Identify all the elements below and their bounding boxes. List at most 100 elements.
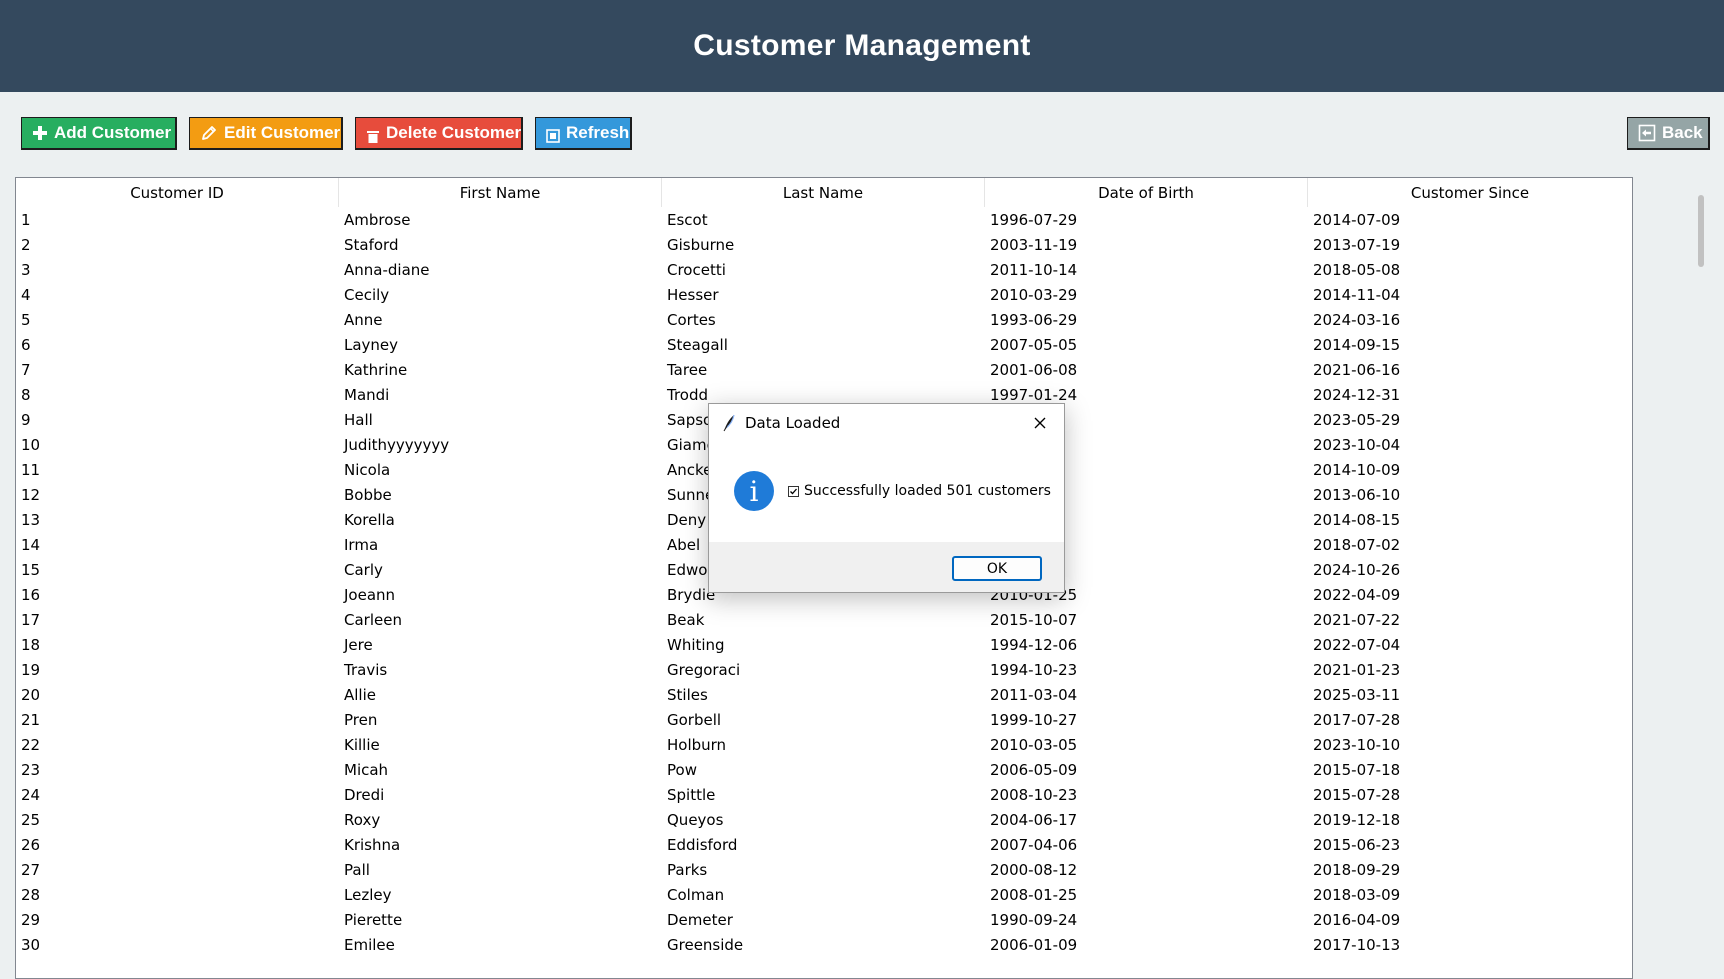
last-name-cell: Whiting [667,635,725,654]
customer-since-cell: 2014-10-09 [1313,460,1401,479]
table-row[interactable]: 3 Anna-diane Crocetti 2011-10-14 2018-05-08 [16,257,1632,282]
dialog-message-text: Successfully loaded 501 customers [804,483,1051,499]
first-name-cell: Pierette [344,910,403,929]
customer-since-cell: 2014-08-15 [1313,510,1401,529]
customer-id-cell: 13 [21,510,41,529]
customer-since-cell: 2014-07-09 [1313,210,1401,229]
table-row[interactable]: 19 Travis Gregoraci 1994-10-23 2021-01-23 [16,657,1632,682]
table-row[interactable]: 7 Kathrine Taree 2001-06-08 2021-06-16 [16,357,1632,382]
date-of-birth-cell: 1996-07-29 [990,210,1078,229]
table-row[interactable]: 26 Krishna Eddisford 2007-04-06 2015-06-23 [16,832,1632,857]
refresh-button[interactable]: Refresh [535,117,632,150]
column-header-last-name[interactable]: Last Name [662,178,985,207]
customer-id-cell: 24 [21,785,41,804]
column-header-customer-id[interactable]: Customer ID [16,178,339,207]
delete-customer-label: Delete Customer [386,123,522,142]
first-name-cell: Bobbe [344,485,392,504]
table-row[interactable]: 18 Jere Whiting 1994-12-06 2022-07-04 [16,632,1632,657]
table-row[interactable]: 25 Roxy Queyos 2004-06-17 2019-12-18 [16,807,1632,832]
column-header-date-of-birth[interactable]: Date of Birth [985,178,1308,207]
ok-button[interactable]: OK [952,556,1042,581]
table-row[interactable]: 27 Pall Parks 2000-08-12 2018-09-29 [16,857,1632,882]
first-name-cell: Travis [344,660,388,679]
customer-since-cell: 2022-07-04 [1313,635,1401,654]
date-of-birth-cell: 2011-03-04 [990,685,1078,704]
customer-since-cell: 2023-10-10 [1313,735,1401,754]
customer-id-cell: 17 [21,610,41,629]
table-row[interactable]: 17 Carleen Beak 2015-10-07 2021-07-22 [16,607,1632,632]
customer-since-cell: 2023-10-04 [1313,435,1401,454]
customer-id-cell: 5 [21,310,31,329]
customer-since-cell: 2016-04-09 [1313,910,1401,929]
customer-since-cell: 2021-06-16 [1313,360,1401,379]
back-button[interactable]: Back [1627,117,1710,150]
first-name-cell: Carly [344,560,383,579]
table-row[interactable]: 2 Staford Gisburne 2003-11-19 2013-07-19 [16,232,1632,257]
date-of-birth-cell: 1993-06-29 [990,310,1078,329]
table-row[interactable]: 29 Pierette Demeter 1990-09-24 2016-04-09 [16,907,1632,932]
toolbar: Add Customer Edit Customer Delete Custom… [0,92,1724,178]
table-row[interactable]: 22 Killie Holburn 2010-03-05 2023-10-10 [16,732,1632,757]
customer-since-cell: 2015-07-28 [1313,785,1401,804]
customer-since-cell: 2018-05-08 [1313,260,1401,279]
last-name-cell: Gorbell [667,710,722,729]
table-row[interactable]: 21 Pren Gorbell 1999-10-27 2017-07-28 [16,707,1632,732]
customer-since-cell: 2021-01-23 [1313,660,1401,679]
pencil-icon [202,126,216,140]
customer-since-cell: 2024-03-16 [1313,310,1401,329]
date-of-birth-cell: 1990-09-24 [990,910,1078,929]
customer-id-cell: 18 [21,635,41,654]
date-of-birth-cell: 2006-01-09 [990,935,1078,954]
last-name-cell: Hesser [667,285,719,304]
customer-id-cell: 9 [21,410,31,429]
customer-since-cell: 2023-05-29 [1313,410,1401,429]
customer-id-cell: 2 [21,235,31,254]
customer-id-cell: 7 [21,360,31,379]
customer-since-cell: 2013-07-19 [1313,235,1401,254]
first-name-cell: Roxy [344,810,381,829]
first-name-cell: Anna-diane [344,260,430,279]
date-of-birth-cell: 2011-10-14 [990,260,1078,279]
table-row[interactable]: 5 Anne Cortes 1993-06-29 2024-03-16 [16,307,1632,332]
dialog-close-button[interactable] [1029,413,1051,433]
column-header-first-name[interactable]: First Name [339,178,662,207]
add-customer-button[interactable]: Add Customer [21,117,177,150]
table-row[interactable]: 28 Lezley Colman 2008-01-25 2018-03-09 [16,882,1632,907]
table-row[interactable]: 6 Layney Steagall 2007-05-05 2014-09-15 [16,332,1632,357]
table-row[interactable]: 24 Dredi Spittle 2008-10-23 2015-07-28 [16,782,1632,807]
last-name-cell: Beak [667,610,705,629]
customer-since-cell: 2018-09-29 [1313,860,1401,879]
customer-id-cell: 23 [21,760,41,779]
first-name-cell: Ambrose [344,210,411,229]
date-of-birth-cell: 2015-10-07 [990,610,1078,629]
customer-id-cell: 4 [21,285,31,304]
date-of-birth-cell: 1994-12-06 [990,635,1078,654]
delete-customer-button[interactable]: Delete Customer [355,117,523,150]
table-row[interactable]: 23 Micah Pow 2006-05-09 2015-07-18 [16,757,1632,782]
last-name-cell: Queyos [667,810,724,829]
first-name-cell: Layney [344,335,399,354]
vertical-scrollbar-thumb[interactable] [1698,195,1704,267]
first-name-cell: Judithyyyyyyy [344,435,450,454]
column-header-customer-since[interactable]: Customer Since [1308,178,1632,207]
table-row[interactable]: 30 Emilee Greenside 2006-01-09 2017-10-13 [16,932,1632,957]
dialog-footer: OK [709,542,1064,592]
app-header: Customer Management [0,0,1724,92]
table-row[interactable]: 20 Allie Stiles 2011-03-04 2025-03-11 [16,682,1632,707]
table-row[interactable]: 4 Cecily Hesser 2010-03-29 2014-11-04 [16,282,1632,307]
first-name-cell: Killie [344,735,380,754]
first-name-cell: Carleen [344,610,402,629]
edit-customer-button[interactable]: Edit Customer [189,117,343,150]
date-of-birth-cell: 1994-10-23 [990,660,1078,679]
last-name-cell: Crocetti [667,260,726,279]
back-label: Back [1662,123,1703,142]
table-row[interactable]: 1 Ambrose Escot 1996-07-29 2014-07-09 [16,207,1632,232]
customer-id-cell: 28 [21,885,41,904]
last-name-cell: Gregoraci [667,660,741,679]
table-header: Customer ID First Name Last Name Date of… [16,178,1632,207]
customer-since-cell: 2017-10-13 [1313,935,1401,954]
last-name-cell: Greenside [667,935,744,954]
customer-since-cell: 2014-11-04 [1313,285,1401,304]
trash-icon [367,131,379,143]
last-name-cell: Holburn [667,735,727,754]
